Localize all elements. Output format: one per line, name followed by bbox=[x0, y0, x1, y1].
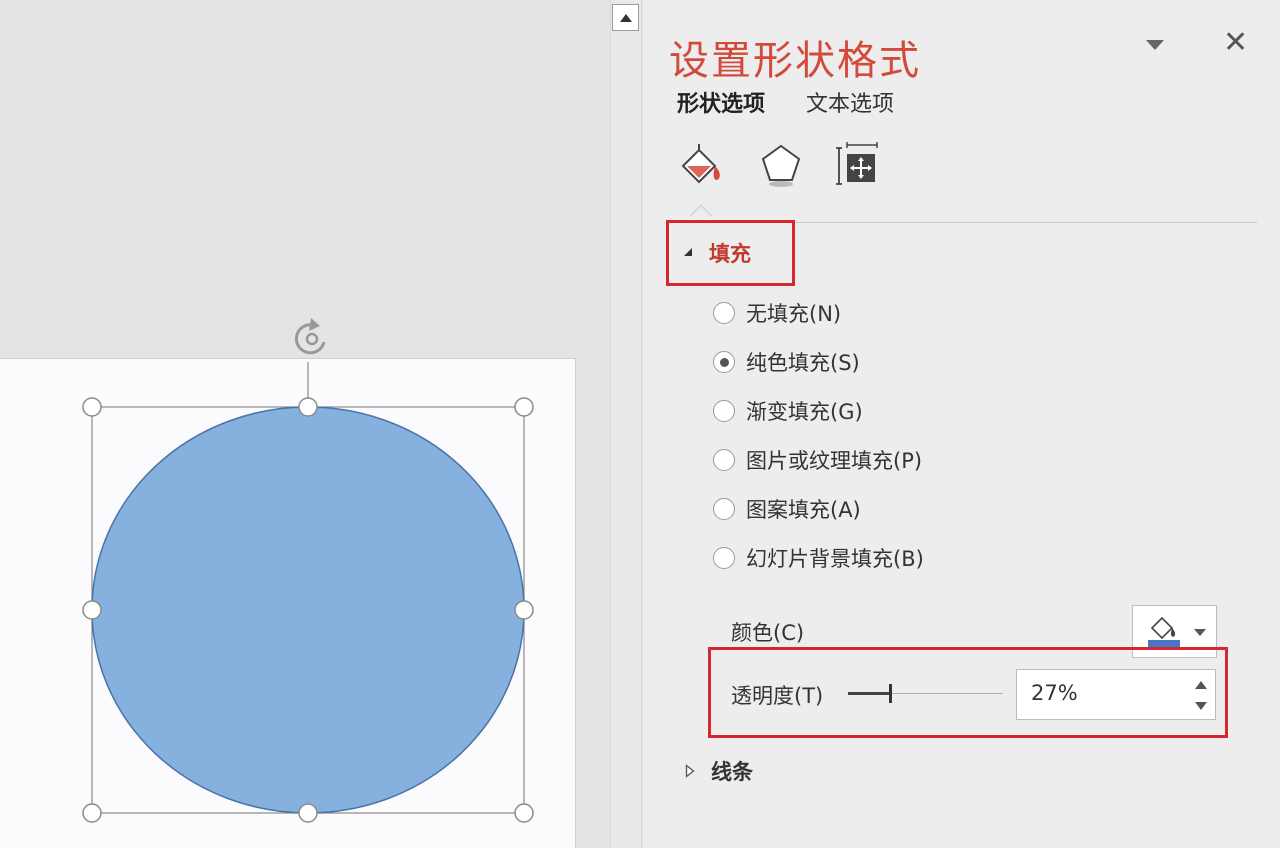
transparency-label: 透明度(T) bbox=[731, 684, 824, 708]
radio-label: 无填充(N) bbox=[746, 302, 842, 326]
radio-button[interactable] bbox=[713, 351, 735, 373]
slide-canvas bbox=[0, 0, 610, 848]
radio-button[interactable] bbox=[713, 302, 735, 324]
section-line-header[interactable]: 线条 bbox=[685, 756, 753, 786]
collapsed-arrow-icon bbox=[685, 764, 695, 778]
radio-pattern-fill[interactable]: 图案填充(A) bbox=[713, 494, 861, 524]
radio-solid-fill[interactable]: 纯色填充(S) bbox=[713, 347, 860, 377]
section-fill-header[interactable]: 填充 bbox=[683, 238, 751, 268]
spin-up-icon[interactable] bbox=[1195, 681, 1207, 689]
resize-handle-top-left[interactable] bbox=[82, 397, 102, 417]
resize-handle-bottom[interactable] bbox=[298, 803, 318, 823]
pentagon-effects-icon[interactable] bbox=[756, 140, 806, 190]
arrow-up-icon bbox=[619, 13, 632, 22]
slider-fill bbox=[848, 692, 890, 695]
radio-label: 图片或纹理填充(P) bbox=[746, 449, 923, 473]
radio-label: 纯色填充(S) bbox=[746, 351, 860, 375]
fill-color-icon bbox=[1148, 616, 1180, 647]
radio-button[interactable] bbox=[713, 547, 735, 569]
tab-text-options[interactable]: 文本选项 bbox=[806, 86, 894, 118]
radio-label: 渐变填充(G) bbox=[746, 400, 863, 424]
rotate-handle-icon[interactable] bbox=[294, 318, 326, 355]
radio-gradient-fill[interactable]: 渐变填充(G) bbox=[713, 396, 863, 426]
transparency-slider[interactable] bbox=[848, 684, 1003, 703]
transparency-input[interactable]: 27% bbox=[1016, 669, 1216, 720]
pane-title: 设置形状格式 bbox=[669, 38, 921, 84]
shape-layer bbox=[82, 318, 534, 823]
size-position-icon[interactable] bbox=[833, 140, 883, 190]
circle-shape[interactable] bbox=[91, 406, 525, 814]
resize-handle-right[interactable] bbox=[514, 600, 534, 620]
section-line-label: 线条 bbox=[711, 760, 753, 784]
radio-label: 图案填充(A) bbox=[746, 498, 861, 522]
tab-shape-options[interactable]: 形状选项 bbox=[677, 86, 765, 118]
radio-slide-background-fill[interactable]: 幻灯片背景填充(B) bbox=[713, 543, 924, 573]
radio-button[interactable] bbox=[713, 449, 735, 471]
resize-handle-left[interactable] bbox=[82, 600, 102, 620]
radio-label: 幻灯片背景填充(B) bbox=[746, 547, 924, 571]
color-label: 颜色(C) bbox=[731, 621, 805, 645]
radio-picture-fill[interactable]: 图片或纹理填充(P) bbox=[713, 445, 922, 475]
vertical-scrollbar[interactable] bbox=[610, 0, 642, 848]
expanded-arrow-icon bbox=[684, 248, 692, 256]
resize-handle-top[interactable] bbox=[298, 397, 318, 417]
resize-handle-top-right[interactable] bbox=[514, 397, 534, 417]
chevron-down-icon bbox=[1194, 629, 1206, 636]
fill-bucket-icon[interactable] bbox=[677, 140, 727, 190]
radio-no-fill[interactable]: 无填充(N) bbox=[713, 298, 841, 328]
dropdown-icon[interactable] bbox=[1146, 40, 1164, 50]
slider-thumb[interactable] bbox=[889, 684, 892, 703]
section-fill-label: 填充 bbox=[709, 242, 751, 266]
radio-button[interactable] bbox=[713, 498, 735, 520]
resize-handle-bottom-left[interactable] bbox=[82, 803, 102, 823]
transparency-value: 27% bbox=[1031, 681, 1078, 705]
spin-down-icon[interactable] bbox=[1195, 702, 1207, 710]
format-shape-pane: 设置形状格式 ✕ 形状选项 文本选项 填充 无填充(N) 纯色填充(S) 渐变填… bbox=[643, 0, 1280, 848]
radio-button[interactable] bbox=[713, 400, 735, 422]
scroll-up-button[interactable] bbox=[612, 4, 639, 31]
resize-handle-bottom-right[interactable] bbox=[514, 803, 534, 823]
close-icon[interactable]: ✕ bbox=[1223, 28, 1248, 58]
